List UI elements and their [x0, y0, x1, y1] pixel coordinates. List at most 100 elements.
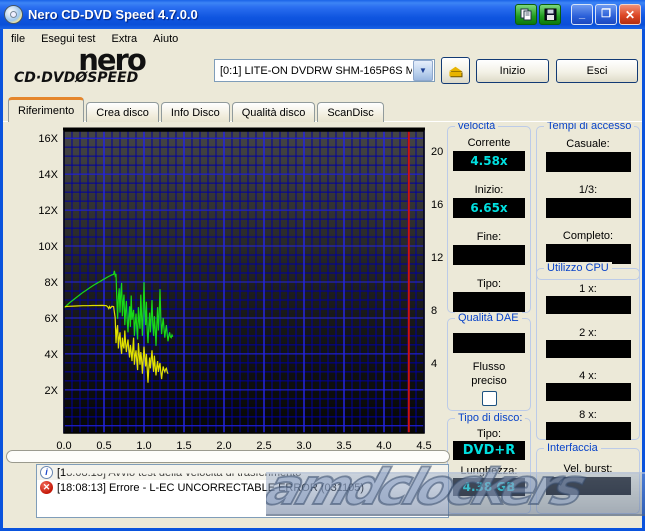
minimize-button[interactable]: _	[571, 4, 593, 25]
panel-velocita: velocità Corrente 4.58x Inizio: 6.65x Fi…	[447, 126, 531, 313]
drive-select-value: [0:1] LITE-ON DVDRW SHM-165P6S MS0P	[215, 65, 412, 77]
copy-screenshot-button[interactable]	[515, 4, 537, 25]
cpu-2x-value	[546, 340, 631, 358]
save-floppy-icon	[544, 8, 557, 21]
exit-button[interactable]: Esci	[556, 59, 638, 83]
window-title: Nero CD-DVD Speed 4.7.0.0	[28, 7, 513, 22]
svg-text:12: 12	[431, 252, 443, 264]
velocita-fine-value	[453, 245, 525, 265]
tab-scandisc[interactable]: ScanDisc	[317, 102, 383, 122]
info-icon: i	[40, 466, 53, 479]
disco-lunghezza-label: Lunghezza:	[448, 465, 530, 477]
error-icon: ✕	[40, 481, 53, 494]
log-info-prefix: [1	[57, 467, 66, 479]
maximize-icon: ❐	[601, 9, 611, 20]
panel-interfaccia: Interfaccia Vel. burst:	[536, 448, 640, 514]
tempi-13-value	[546, 198, 631, 218]
copy-icon	[520, 8, 533, 21]
disco-tipo-label: Tipo:	[448, 428, 530, 440]
svg-text:4X: 4X	[45, 349, 59, 361]
velocita-corrente-label: Corrente	[448, 137, 530, 149]
log-error-text: [18:08:13] Errore - L-EC UNCORRECTABLE E…	[57, 482, 364, 494]
cpu-1x-label: 1 x:	[537, 283, 639, 295]
svg-text:8X: 8X	[45, 277, 59, 289]
drive-select[interactable]: [0:1] LITE-ON DVDRW SHM-165P6S MS0P ▼	[214, 59, 435, 82]
flusso-label-line2: preciso	[448, 375, 530, 387]
disco-lunghezza-value: 4.38 GB	[453, 478, 525, 496]
nero-logo-wordmark: nero	[14, 49, 209, 71]
flusso-preciso-checkbox[interactable]	[482, 391, 497, 406]
tab-strip: Riferimento Crea disco Info Disco Qualit…	[8, 100, 386, 122]
log-row-info[interactable]: i [1 8:08:13] Avvio test della velocità …	[37, 465, 448, 480]
tab-qualita-disco[interactable]: Qualità disco	[232, 102, 316, 122]
log-list[interactable]: i [1 8:08:13] Avvio test della velocità …	[36, 464, 449, 518]
close-button[interactable]: ✕	[619, 4, 641, 25]
minimize-icon: _	[579, 9, 585, 20]
tempi-13-label: 1/3:	[537, 184, 639, 196]
svg-text:20: 20	[431, 146, 443, 158]
svg-text:10X: 10X	[38, 241, 58, 253]
save-results-button[interactable]	[539, 4, 561, 25]
title-bar[interactable]: Nero CD-DVD Speed 4.7.0.0 _ ❐ ✕	[0, 0, 645, 29]
app-window: Nero CD-DVD Speed 4.7.0.0 _ ❐ ✕ file Ese…	[0, 0, 645, 531]
panel-tempi-accesso: Tempi di accesso Casuale: 1/3: Completo:	[536, 126, 640, 280]
tempi-casuale-value	[546, 152, 631, 172]
start-button-label: Inizio	[500, 65, 526, 77]
start-button[interactable]: Inizio	[476, 59, 549, 83]
disco-tipo-value: DVD+R	[453, 441, 525, 460]
tab-riferimento[interactable]: Riferimento	[8, 97, 84, 122]
tab-info-disco-label: Info Disco	[171, 107, 220, 119]
cpu-2x-label: 2 x:	[537, 327, 639, 339]
app-cd-icon	[4, 5, 23, 24]
svg-text:14X: 14X	[38, 169, 58, 181]
velocita-corrente-value: 4.58x	[453, 151, 525, 171]
close-icon: ✕	[625, 9, 635, 21]
log-row-error[interactable]: ✕ [18:08:13] Errore - L-EC UNCORRECTABLE…	[37, 480, 448, 495]
cpu-8x-value	[546, 422, 631, 440]
velocita-inizio-label: Inizio:	[448, 184, 530, 196]
chevron-down-icon[interactable]: ▼	[413, 60, 433, 81]
tab-crea-disco[interactable]: Crea disco	[86, 102, 159, 122]
tab-riferimento-label: Riferimento	[18, 105, 74, 117]
velocita-fine-label: Fine:	[448, 231, 530, 243]
chart-svg: 16X14X12X10X8X6X4X2X201612840.00.51.01.5…	[28, 124, 448, 458]
panel-interfaccia-title: Interfaccia	[544, 442, 601, 454]
nero-logo: nero CD·DVDØSPEED	[14, 49, 209, 86]
svg-text:4: 4	[431, 358, 437, 370]
panel-cpu-title: Utilizzo CPU	[544, 262, 612, 274]
transfer-rate-chart: 16X14X12X10X8X6X4X2X201612840.00.51.01.5…	[28, 124, 448, 458]
velocita-tipo-label: Tipo:	[448, 278, 530, 290]
menu-file[interactable]: file	[3, 31, 33, 47]
maximize-button[interactable]: ❐	[595, 4, 617, 25]
svg-text:12X: 12X	[38, 205, 58, 217]
vel-burst-label: Vel. burst:	[537, 463, 639, 475]
tempi-completo-label: Completo:	[537, 230, 639, 242]
velocita-inizio-value: 6.65x	[453, 198, 525, 218]
tempi-completo-value	[546, 244, 631, 264]
cpu-8x-label: 8 x:	[537, 409, 639, 421]
panel-qualita-dae: Qualità DAE Flusso preciso	[447, 318, 531, 411]
svg-text:8: 8	[431, 305, 437, 317]
cpu-1x-value	[546, 296, 631, 314]
cpu-4x-value	[546, 383, 631, 401]
svg-text:16X: 16X	[38, 133, 58, 145]
eject-icon: ⏏	[448, 62, 462, 80]
log-info-text: 8:08:13] Avvio test della velocità di tr…	[66, 467, 301, 479]
tab-qualita-disco-label: Qualità disco	[242, 107, 306, 119]
velocita-tipo-value	[453, 292, 525, 312]
progress-bar	[6, 450, 450, 463]
svg-text:16: 16	[431, 199, 443, 211]
cddvd-speed-wordmark: CD·DVDØSPEED	[14, 71, 209, 86]
vel-burst-value	[546, 477, 631, 495]
menu-aiuto[interactable]: Aiuto	[145, 31, 186, 47]
tab-scandisc-label: ScanDisc	[327, 107, 373, 119]
tab-crea-disco-label: Crea disco	[96, 107, 149, 119]
panel-utilizzo-cpu: Utilizzo CPU 1 x: 2 x: 4 x: 8 x:	[536, 268, 640, 440]
cpu-4x-label: 4 x:	[537, 370, 639, 382]
svg-text:6X: 6X	[45, 313, 59, 325]
svg-text:2X: 2X	[45, 385, 59, 397]
eject-button[interactable]: ⏏	[441, 57, 470, 84]
tab-info-disco[interactable]: Info Disco	[161, 102, 230, 122]
panel-tipo-disco-title: Tipo di disco:	[455, 412, 525, 424]
flusso-label-line1: Flusso	[448, 361, 530, 373]
